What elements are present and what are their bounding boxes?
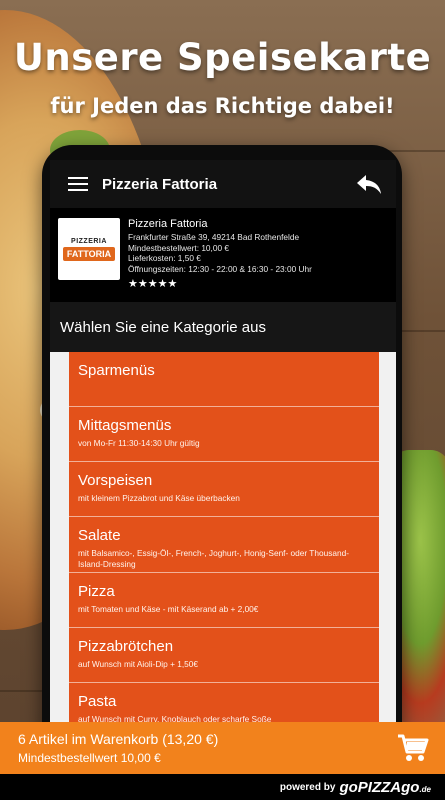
restaurant-hours: Öffnungszeiten: 12:30 - 22:00 & 16:30 - …	[128, 263, 312, 274]
restaurant-info: PIZZERIA FATTORIA Pizzeria Fattoria Fran…	[50, 208, 396, 302]
promo-subheadline: für Jeden das Richtige dabei!	[50, 94, 395, 118]
category-card-salate[interactable]: Salate mit Balsamico-, Essig-Öl-, French…	[69, 517, 379, 573]
cart-bar[interactable]: 6 Artikel im Warenkorb (13,20 €) Mindest…	[0, 722, 445, 774]
hamburger-menu-icon[interactable]	[68, 177, 88, 191]
category-card-mittagsmenues[interactable]: Mittagsmenüs von Mo-Fr 11:30-14:30 Uhr g…	[69, 407, 379, 462]
category-title: Pizzabrötchen	[78, 638, 174, 655]
category-description: mit Tomaten und Käse - mit Käserand ab +…	[78, 604, 259, 614]
footer-branding: powered by goPIZZAgo.de	[0, 774, 445, 800]
promo-headline: Unsere Speisekarte	[13, 36, 432, 79]
category-title: Salate	[78, 527, 121, 544]
category-description: mit Balsamico-, Essig-Öl-, French-, Jogh…	[78, 548, 349, 569]
reply-back-arrow-icon[interactable]	[352, 169, 386, 199]
restaurant-min-order: Mindestbestellwert: 10,00 €	[128, 242, 230, 253]
category-description: von Mo-Fr 11:30-14:30 Uhr gültig	[78, 438, 200, 448]
category-card-vorspeisen[interactable]: Vorspeisen mit kleinem Pizzabrot und Käs…	[69, 462, 379, 517]
powered-by-label: powered by	[279, 781, 336, 793]
category-card-pizza[interactable]: Pizza mit Tomaten und Käse - mit Käseran…	[69, 573, 379, 628]
category-title: Mittagsmenüs	[78, 417, 172, 434]
category-title: Sparmenüs	[78, 362, 155, 379]
restaurant-delivery-cost: Lieferkosten: 1,50 €	[128, 253, 201, 263]
logo-main-text: FATTORIA	[62, 246, 116, 261]
app-bar: Pizzeria Fattoria	[50, 160, 396, 208]
category-title: Vorspeisen	[78, 472, 153, 489]
category-description: auf Wunsch mit Aioli-Dip + 1,50€	[78, 659, 198, 669]
category-description: mit kleinem Pizzabrot und Käse überbacke…	[78, 493, 240, 503]
logo-top-text: PIZZERIA	[71, 237, 107, 245]
cart-min-order: Mindestbestellwert 10,00 €	[18, 751, 161, 765]
restaurant-name: Pizzeria Fattoria	[128, 218, 208, 230]
restaurant-logo: PIZZERIA FATTORIA	[58, 218, 120, 280]
category-title: Pasta	[78, 693, 117, 710]
restaurant-address: Frankfurter Straße 39, 49214 Bad Rothenf…	[128, 232, 300, 242]
app-screen: Pizzeria Fattoria PIZZERIA FATTORIA Pizz…	[50, 160, 396, 730]
category-list: Sparmenüs Mittagsmenüs von Mo-Fr 11:30-1…	[50, 352, 396, 730]
rating-stars-icon: ★★★★★	[128, 278, 178, 290]
category-card-pizzabroetchen[interactable]: Pizzabrötchen auf Wunsch mit Aioli-Dip +…	[69, 628, 379, 683]
cart-summary: 6 Artikel im Warenkorb (13,20 €)	[18, 731, 219, 747]
pizzago-logo: goPIZZAgo.de	[339, 778, 431, 796]
app-title: Pizzeria Fattoria	[102, 175, 218, 193]
category-title: Pizza	[78, 583, 115, 600]
category-header: Wählen Sie eine Kategorie aus	[50, 302, 396, 352]
shopping-cart-icon[interactable]	[393, 730, 433, 766]
category-card-sparmenues[interactable]: Sparmenüs	[69, 352, 379, 407]
